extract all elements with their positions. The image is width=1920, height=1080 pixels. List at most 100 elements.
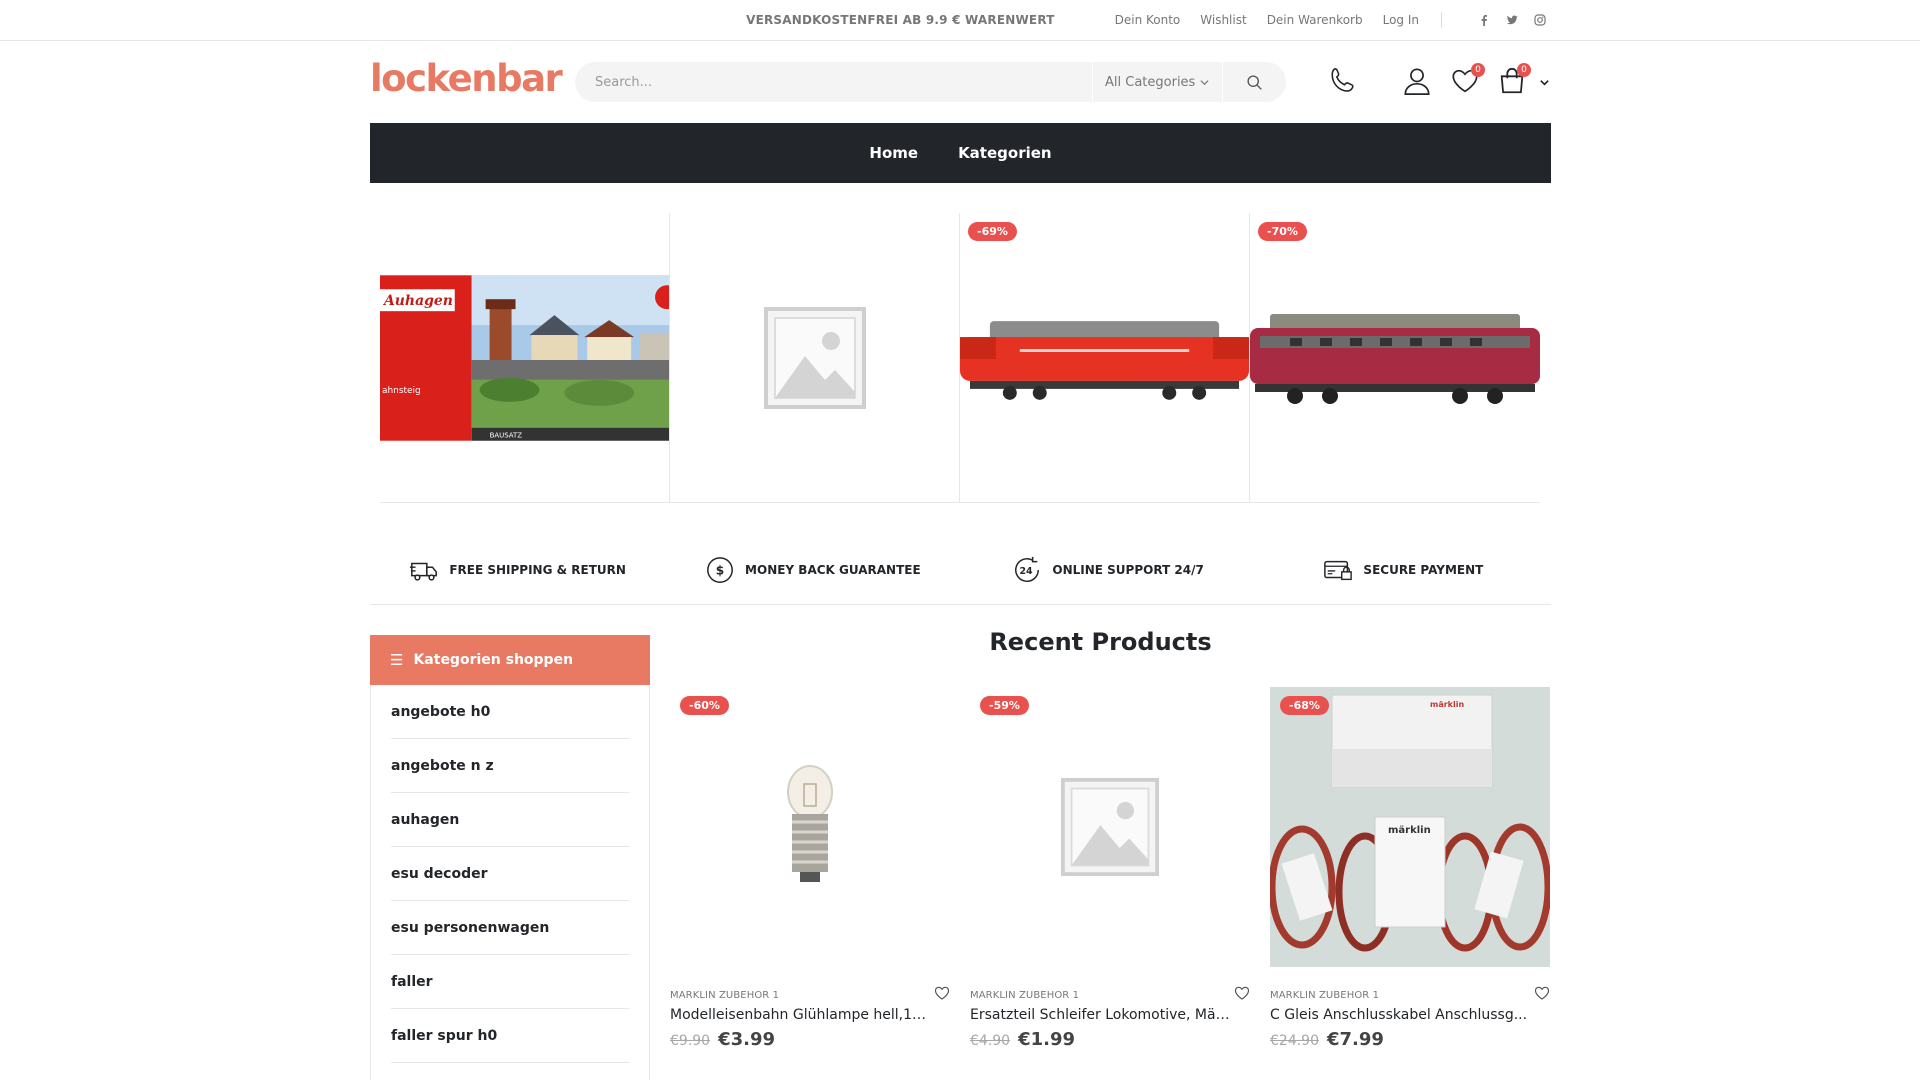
dark-red-locomotive-image [1250, 314, 1540, 404]
instagram-icon[interactable] [1534, 14, 1546, 26]
main-navigation: Home Kategorien [370, 123, 1551, 183]
truck-icon [410, 562, 438, 581]
facebook-icon[interactable] [1478, 14, 1490, 26]
sidebar-item-faller-spur-h0[interactable]: faller spur h0 [391, 1009, 629, 1063]
sidebar-item-esu-decoder[interactable]: esu decoder [391, 847, 629, 901]
svg-text:BAUSATZ: BAUSATZ [490, 432, 523, 440]
wishlist-link[interactable]: Wishlist [1200, 13, 1246, 27]
product-card: -59% MARKLIN ZUBEHOR 1 Ersatzteil Schlei… [970, 687, 1250, 1050]
featured-products-row: Auhagen ahnsteig BAUSATZ -69% -70% [380, 213, 1540, 503]
feature-secure-payment: SECURE PAYMENT [1256, 535, 1551, 604]
sale-price: €3.99 [718, 1029, 776, 1050]
add-to-wishlist-button[interactable] [1234, 985, 1250, 1005]
placeholder-image-icon [763, 307, 866, 409]
product-category[interactable]: MARKLIN ZUBEHOR 1 [670, 990, 779, 1001]
category-sidebar: ☰ Kategorien shoppen angebote h0 angebot… [370, 635, 650, 1080]
featured-product-4[interactable]: -70% [1250, 213, 1540, 503]
sidebar-item-angebote-n-z[interactable]: angebote n z [391, 739, 629, 793]
product-category[interactable]: MARKLIN ZUBEHOR 1 [970, 990, 1079, 1001]
nav-kategorien[interactable]: Kategorien [958, 144, 1052, 162]
cables-package-image: märklin märklin märklin [1270, 687, 1550, 967]
sidebar-item-esu-personenwagen[interactable]: esu personenwagen [391, 901, 629, 955]
product-title[interactable]: Ersatzteil Schleifer Lokomotive, Märk... [970, 1007, 1232, 1023]
auhagen-box-image: Auhagen ahnsteig BAUSATZ [380, 275, 669, 441]
sidebar-title: Kategorien shoppen [413, 652, 574, 668]
twitter-icon[interactable] [1506, 14, 1518, 26]
discount-badge: -70% [1258, 222, 1307, 241]
category-select-label: All Categories [1105, 74, 1196, 90]
chevron-down-icon [1539, 79, 1549, 86]
phone-icon [1331, 68, 1354, 92]
placeholder-image-icon [1060, 777, 1160, 877]
feature-money-back: $ MONEY BACK GUARANTEE [665, 535, 960, 604]
svg-text:Auhagen: Auhagen [382, 293, 453, 309]
sidebar-item-angebote-h0[interactable]: angebote h0 [391, 685, 629, 739]
product-category[interactable]: MARKLIN ZUBEHOR 1 [1270, 990, 1379, 1001]
feature-label: MONEY BACK GUARANTEE [745, 562, 921, 577]
product-price: €4.90 €1.99 [970, 1029, 1250, 1050]
featured-product-1[interactable]: Auhagen ahnsteig BAUSATZ [380, 213, 670, 503]
product-card: -68% märklin märklin märklin MARKLIN ZUB… [1270, 687, 1550, 1050]
search-input[interactable] [575, 62, 1092, 102]
sale-price: €1.99 [1018, 1029, 1076, 1050]
category-select[interactable]: All Categories [1092, 62, 1222, 102]
svg-text:$: $ [716, 563, 724, 577]
wishlist-button[interactable]: 0 [1450, 63, 1485, 96]
account-button[interactable] [1402, 66, 1432, 96]
featured-product-2[interactable] [670, 213, 960, 503]
feature-free-shipping: FREE SHIPPING & RETURN [370, 535, 665, 604]
product-image[interactable]: -60% [670, 687, 950, 967]
cart-count-badge: 0 [1517, 63, 1531, 77]
svg-text:märklin: märklin [1388, 825, 1431, 836]
add-to-wishlist-button[interactable] [934, 985, 950, 1005]
menu-icon: ☰ [390, 651, 404, 669]
sale-price: €7.99 [1327, 1029, 1384, 1050]
featured-product-3[interactable]: -69% [960, 213, 1250, 503]
cart-button[interactable]: 0 [1497, 63, 1531, 97]
recent-products-title: Recent Products [989, 628, 1212, 656]
search-button[interactable] [1222, 62, 1286, 102]
dollar-circle-icon: $ [707, 556, 733, 583]
add-to-wishlist-button[interactable] [1534, 985, 1550, 1005]
sidebar-item-auhagen[interactable]: auhagen [391, 793, 629, 847]
search-bar: All Categories [575, 62, 1286, 102]
secure-card-icon [1324, 560, 1353, 580]
product-image[interactable]: -68% märklin märklin märklin [1270, 687, 1550, 967]
product-price: €24.90 €7.99 [1270, 1029, 1550, 1050]
shipping-promo: VERSANDKOSTENFREI AB 9.9 € WARENWERT [746, 13, 1055, 27]
sidebar-header[interactable]: ☰ Kategorien shoppen [370, 635, 650, 685]
product-title[interactable]: Modelleisenbahn Glühlampe hell,19... [670, 1007, 932, 1023]
product-price: €9.90 €3.99 [670, 1029, 950, 1050]
nav-home[interactable]: Home [869, 144, 918, 162]
site-logo[interactable]: lockenbar [370, 57, 563, 100]
cart-dropdown-toggle[interactable] [1538, 76, 1550, 88]
feature-label: FREE SHIPPING & RETURN [449, 562, 626, 577]
top-bar-content: VERSANDKOSTENFREI AB 9.9 € WARENWERT Dei… [746, 0, 1546, 40]
sidebar-item-faller[interactable]: faller [391, 955, 629, 1009]
account-link[interactable]: Dein Konto [1115, 13, 1181, 27]
svg-text:ahnsteig: ahnsteig [382, 386, 421, 396]
feature-label: ONLINE SUPPORT 24/7 [1052, 562, 1204, 577]
product-meta: MARKLIN ZUBEHOR 1 [970, 985, 1250, 1005]
svg-text:märklin: märklin [1430, 700, 1464, 709]
phone-button[interactable] [1328, 66, 1358, 96]
login-link[interactable]: Log In [1383, 13, 1419, 27]
discount-badge: -68% [1280, 696, 1329, 715]
product-image[interactable]: -59% [970, 687, 1250, 967]
category-list: angebote h0 angebote n z auhagen esu dec… [371, 685, 649, 1063]
product-meta: MARKLIN ZUBEHOR 1 [670, 985, 950, 1005]
wishlist-count-badge: 0 [1471, 63, 1485, 77]
cart-link[interactable]: Dein Warenkorb [1267, 13, 1363, 27]
feature-label: SECURE PAYMENT [1363, 562, 1484, 577]
heart-icon [1234, 986, 1250, 1000]
discount-badge: -69% [968, 222, 1017, 241]
search-icon [1247, 74, 1262, 90]
product-title[interactable]: C Gleis Anschlusskabel Anschlussg... [1270, 1007, 1532, 1023]
old-price: €9.90 [670, 1033, 711, 1049]
user-icon [1404, 68, 1430, 95]
discount-badge: -59% [980, 696, 1029, 715]
topbar-divider [1441, 12, 1442, 28]
feature-online-support: 24 ONLINE SUPPORT 24/7 [961, 535, 1256, 604]
old-price: €24.90 [1270, 1033, 1319, 1049]
support-24-icon: 24 [1015, 556, 1040, 582]
